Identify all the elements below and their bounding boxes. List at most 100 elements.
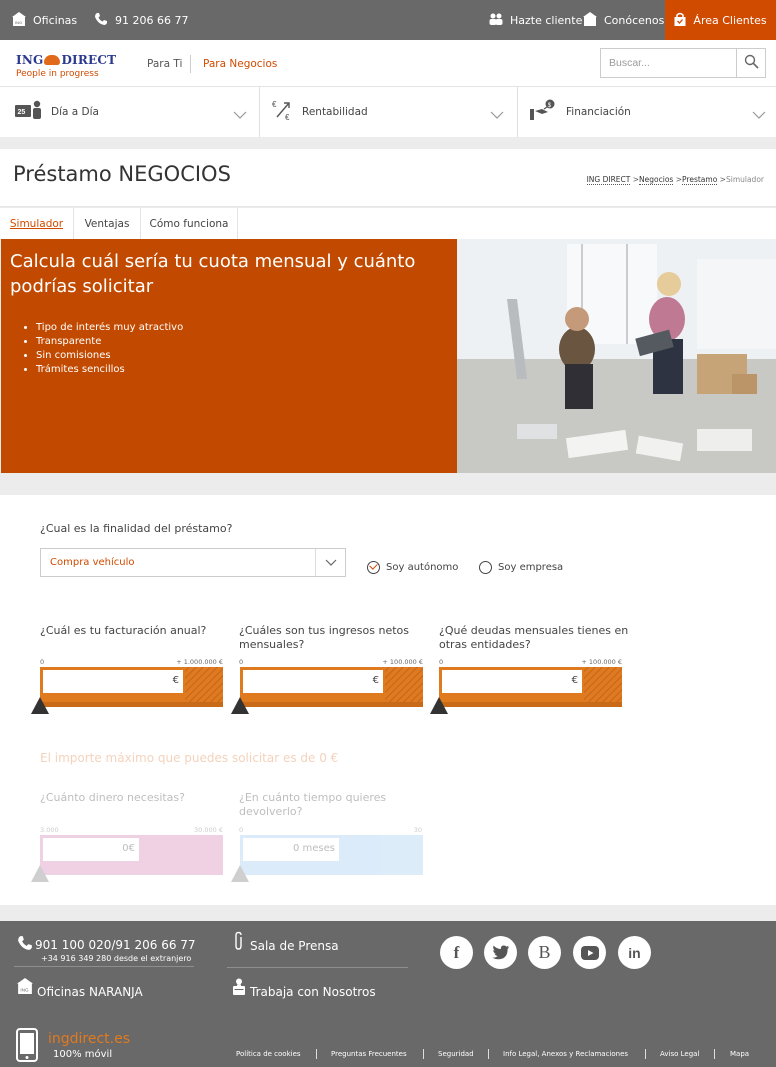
footer-link-faq[interactable]: Preguntas Frecuentes (331, 1050, 407, 1058)
footer-link-divider (423, 1049, 424, 1059)
facebook-icon[interactable]: f (440, 936, 473, 969)
dinero-slider[interactable]: 0€ (31, 835, 223, 882)
title-bar: Préstamo NEGOCIOS ING DIRECT >Negocios >… (0, 149, 776, 207)
dinero-label: ¿Cuánto dinero necesitas? (40, 791, 185, 804)
deudas-slider[interactable]: € (430, 667, 622, 714)
youtube-icon[interactable] (573, 936, 606, 969)
scale-max: + 100.000 € (382, 658, 423, 666)
importe-maximo-text: El importe máximo que puedes solicitar e… (40, 751, 339, 765)
hazte-cliente-link[interactable]: Hazte cliente (489, 0, 582, 40)
ingresos-slider[interactable]: € (231, 667, 423, 714)
chevron-down-icon (490, 105, 504, 124)
page-title: Préstamo NEGOCIOS (13, 162, 231, 186)
tab-simulador[interactable]: Simulador (0, 208, 74, 239)
slider-handle[interactable] (31, 865, 49, 882)
tiempo-input[interactable]: 0 meses (243, 838, 339, 861)
menu-rentabilidad[interactable]: € € Rentabilidad (272, 87, 507, 137)
chevron-down-icon (752, 105, 766, 124)
radio-autonomo[interactable]: Soy autónomo (367, 561, 458, 574)
phone-icon (17, 935, 33, 955)
facturacion-input[interactable]: € (43, 670, 183, 693)
dinero-input[interactable]: 0€ (43, 838, 139, 861)
footer-phone[interactable]: 901 100 020/91 206 66 77 (35, 938, 196, 952)
footer-link-info-legal[interactable]: Info Legal, Anexos y Reclamaciones (503, 1050, 628, 1058)
breadcrumb-ing-direct[interactable]: ING DIRECT (586, 175, 631, 185)
footer-trabaja[interactable]: Trabaja con Nosotros (250, 985, 376, 999)
svg-text:€: € (272, 100, 277, 109)
footer-link-divider (316, 1049, 317, 1059)
menu-divider (259, 87, 260, 137)
radio-empresa[interactable]: Soy empresa (479, 561, 563, 574)
chevron-down-icon (315, 549, 345, 576)
footer-sala-prensa[interactable]: Sala de Prensa (250, 939, 339, 953)
search-input[interactable] (600, 48, 736, 78)
nav-para-negocios[interactable]: Para Negocios (203, 58, 277, 70)
footer-oficinas[interactable]: Oficinas NARANJA (37, 985, 143, 999)
finalidad-label: ¿Cual es la finalidad del préstamo? (40, 522, 233, 535)
footer-site-link[interactable]: ingdirect.es (48, 1031, 130, 1047)
svg-text:ING: ING (20, 988, 29, 993)
twitter-icon[interactable] (484, 936, 517, 969)
footer-link-divider (714, 1049, 715, 1059)
slider-handle[interactable] (430, 697, 448, 714)
phone-icon (94, 12, 108, 29)
finalidad-select[interactable]: Compra vehículo (40, 548, 346, 577)
menu-dia-a-dia[interactable]: 25 Día a Día (15, 87, 250, 137)
deudas-input[interactable]: € (442, 670, 582, 693)
linkedin-icon[interactable]: in (618, 936, 651, 969)
footer-link-seguridad[interactable]: Seguridad (438, 1050, 474, 1058)
menu-divider (517, 87, 518, 137)
product-menu: 25 Día a Día € € Rentabilidad $ Financiac… (0, 87, 776, 137)
footer-divider (227, 967, 408, 968)
chevron-down-icon (233, 105, 247, 124)
tab-como-funciona[interactable]: Cómo funciona (141, 208, 238, 239)
scale-max: 30.000 € (194, 826, 223, 834)
briefcase-person-icon (231, 978, 247, 1000)
slider-handle[interactable] (31, 697, 49, 714)
menu-financiacion[interactable]: $ Financiación (530, 87, 766, 137)
slider-handle[interactable] (231, 697, 249, 714)
mobile-phone-icon (16, 1028, 38, 1066)
paperclip-icon (233, 931, 245, 955)
footer-movil: 100% móvil (53, 1049, 113, 1060)
slider-handle[interactable] (231, 865, 249, 882)
footer-divider (14, 966, 194, 967)
scale-max: + 1.000.000 € (176, 658, 223, 666)
ing-direct-logo[interactable]: ING DIRECT (16, 53, 116, 67)
area-clientes-button[interactable]: Área Clientes (665, 0, 776, 40)
phone-link[interactable]: 91 206 66 77 (94, 0, 188, 40)
currency-exchange-icon: € € (272, 99, 294, 125)
svg-text:ING: ING (15, 20, 22, 25)
tab-ventajas[interactable]: Ventajas (74, 208, 141, 239)
footer-link-aviso-legal[interactable]: Aviso Legal (660, 1050, 699, 1058)
ingresos-label: ¿Cuáles son tus ingresos netos mensuales… (239, 624, 409, 651)
radio-checked-icon (367, 561, 380, 574)
footer-link-mapa[interactable]: Mapa (730, 1050, 749, 1058)
lock-bag-icon (674, 12, 686, 29)
oficinas-link[interactable]: ING Oficinas (12, 0, 77, 40)
tiempo-slider[interactable]: 0 meses (231, 835, 423, 882)
blog-icon[interactable]: B (528, 936, 561, 969)
facturacion-label: ¿Cuál es tu facturación anual? (40, 624, 207, 637)
facturacion-slider[interactable]: € (31, 667, 223, 714)
scale-max: + 100.000 € (581, 658, 622, 666)
logo-tagline: People in progress (16, 69, 99, 79)
nav-para-ti[interactable]: Para Ti (147, 58, 182, 70)
top-bar: ING Oficinas 91 206 66 77 Hazte cliente … (0, 0, 776, 40)
breadcrumb-negocios[interactable]: Negocios (639, 175, 674, 185)
footer-link-cookies[interactable]: Política de cookies (236, 1050, 301, 1058)
conocenos-link[interactable]: Conócenos (583, 0, 664, 40)
calendar-person-icon: 25 (15, 100, 43, 124)
list-item: Trámites sencillos (36, 363, 183, 377)
search-button[interactable] (736, 48, 766, 78)
deudas-label: ¿Qué deudas mensuales tienes en otras en… (439, 624, 629, 651)
hero-benefits-list: Tipo de interés muy atractivo Transparen… (36, 321, 183, 377)
lion-icon (44, 55, 61, 65)
scale-max: 30 (413, 826, 422, 834)
ingresos-input[interactable]: € (243, 670, 383, 693)
list-item: Transparente (36, 335, 183, 349)
simulator: ¿Cual es la finalidad del préstamo? Comp… (0, 495, 776, 905)
ing-building-icon (583, 11, 597, 29)
breadcrumb-prestamo[interactable]: Prestamo (682, 175, 718, 185)
logo-bar: ING DIRECT People in progress Para Ti Par… (0, 40, 776, 87)
